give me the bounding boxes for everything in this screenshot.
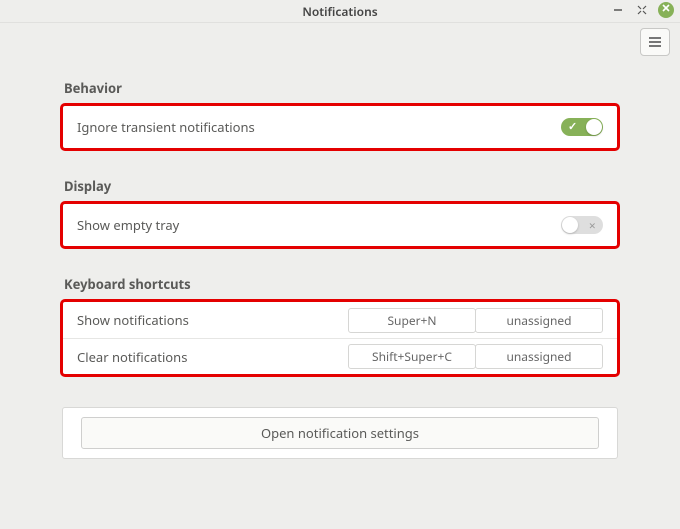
menu-button[interactable] [640, 28, 670, 56]
toggle-knob [562, 217, 578, 233]
close-button[interactable] [658, 2, 674, 18]
display-panel: Show empty tray [62, 203, 618, 247]
open-notification-settings-button[interactable]: Open notification settings [81, 417, 599, 449]
shortcut-row-clear: Clear notifications Shift+Super+C unassi… [63, 338, 617, 374]
close-icon [661, 3, 671, 13]
titlebar: Notifications [0, 0, 680, 23]
row-label: Show empty tray [77, 216, 561, 234]
shortcut-label: Show notifications [77, 311, 349, 329]
behavior-panel: Ignore transient notifications [62, 105, 618, 149]
shortcut-bindings: Shift+Super+C unassigned [349, 344, 603, 369]
maximize-icon [636, 4, 648, 16]
open-settings-panel: Open notification settings [62, 407, 618, 459]
section-label-behavior: Behavior [64, 79, 618, 97]
minimize-icon [613, 5, 623, 15]
shortcut-binding-2[interactable]: unassigned [475, 344, 603, 369]
shortcut-binding-1[interactable]: Shift+Super+C [348, 344, 476, 369]
shortcut-binding-2[interactable]: unassigned [475, 308, 603, 333]
shortcut-label: Clear notifications [77, 348, 349, 366]
shortcut-row-show: Show notifications Super+N unassigned [63, 302, 617, 338]
shortcut-binding-1[interactable]: Super+N [348, 308, 476, 333]
toggle-show-empty-tray[interactable] [561, 216, 603, 234]
toolbar [0, 23, 680, 61]
minimize-button[interactable] [610, 2, 626, 18]
row-label: Ignore transient notifications [77, 118, 561, 136]
toggle-knob [586, 119, 602, 135]
shortcuts-panel: Show notifications Super+N unassigned Cl… [62, 301, 618, 375]
window-controls [610, 2, 674, 18]
shortcut-bindings: Super+N unassigned [349, 308, 603, 333]
row-show-empty-tray: Show empty tray [63, 204, 617, 246]
maximize-button[interactable] [634, 2, 650, 18]
section-label-display: Display [64, 177, 618, 195]
toggle-ignore-transient[interactable] [561, 118, 603, 136]
row-ignore-transient: Ignore transient notifications [63, 106, 617, 148]
window-title: Notifications [0, 3, 680, 20]
hamburger-icon [648, 36, 662, 48]
content-area: Behavior Ignore transient notifications … [0, 61, 680, 459]
section-label-shortcuts: Keyboard shortcuts [64, 275, 618, 293]
